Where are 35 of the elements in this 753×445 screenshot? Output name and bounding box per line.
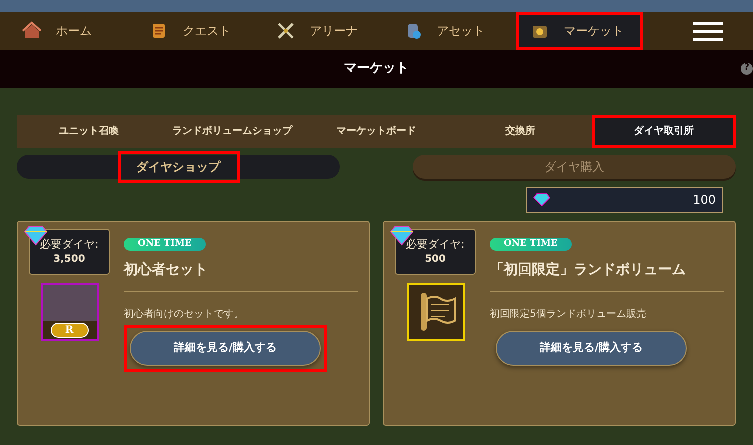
nav-tab[interactable]: マーケット: [516, 12, 643, 50]
nav-tab[interactable]: ホーム: [8, 12, 135, 50]
market-tab[interactable]: 交換所: [448, 115, 592, 148]
price-value: 3,500: [54, 252, 86, 266]
purchase-button[interactable]: 詳細を見る/購入する: [496, 331, 687, 366]
product-description: 初回限定5個ランドボリューム販売: [490, 308, 648, 322]
market-tab[interactable]: ダイヤ取引所: [592, 115, 736, 148]
swords-icon: [276, 21, 296, 41]
price-label: 必要ダイヤ:: [406, 238, 465, 252]
help-icon[interactable]: ?: [741, 63, 753, 75]
scroll-icon: [406, 283, 464, 341]
diamond-icon: [533, 193, 551, 207]
nav-tab[interactable]: アセット: [389, 12, 516, 50]
nav-tab[interactable]: アリーナ: [262, 12, 389, 50]
nav-tab[interactable]: クエスト: [135, 12, 262, 50]
market-tab[interactable]: ランドボリュームショップ: [160, 115, 305, 148]
purchase-button[interactable]: 詳細を見る/購入する: [130, 331, 321, 366]
subtab-label: ダイヤショップ: [120, 154, 236, 180]
menu-icon[interactable]: [693, 22, 723, 40]
one-time-badge: ONE TIME: [124, 238, 206, 251]
rarity-badge: R: [50, 323, 88, 338]
photo-placeholder: [42, 285, 96, 321]
market-tab[interactable]: マーケットボード: [304, 115, 448, 148]
house-icon: [22, 21, 42, 41]
shop-subtab[interactable]: ダイヤ購入: [413, 155, 736, 179]
diamond-balance: 100: [693, 192, 716, 209]
product-name: 「初回限定」ランドボリューム: [490, 260, 687, 280]
price-value: 500: [425, 252, 446, 266]
product-description: 初心者向けのセットです。: [124, 308, 245, 322]
one-time-badge: ONE TIME: [490, 238, 572, 251]
page-title: マーケット: [344, 60, 409, 78]
subtab-label: ダイヤ購入: [544, 159, 606, 176]
market-tab[interactable]: ユニット召喚: [17, 115, 161, 148]
product-name: 初心者セット: [124, 260, 209, 280]
price-label: 必要ダイヤ:: [40, 238, 99, 252]
